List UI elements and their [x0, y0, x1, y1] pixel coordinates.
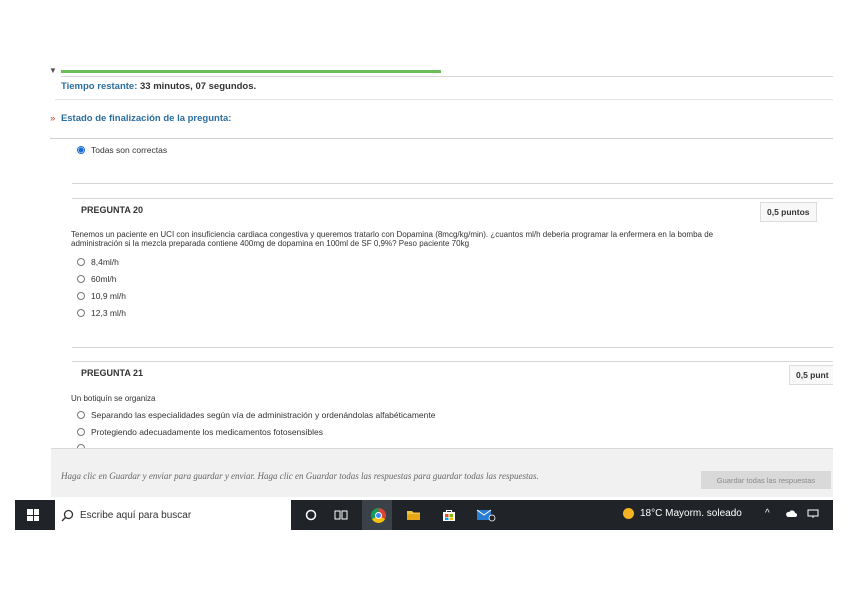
search-placeholder: Escribe aquí para buscar — [80, 509, 192, 521]
question-21-text: Un botiquín se organiza — [71, 394, 156, 403]
file-explorer-icon[interactable] — [405, 505, 421, 525]
prev-answer-option[interactable]: Todas son correctas — [77, 145, 167, 155]
tray-expand-icon[interactable]: ^ — [765, 508, 770, 519]
divider — [72, 183, 833, 184]
collapse-arrow-icon[interactable]: ▼ — [49, 68, 57, 75]
q20-option-3[interactable]: 10,9 ml/h — [77, 291, 126, 301]
radio-checked-icon[interactable] — [77, 146, 85, 154]
weather-text: 18°C Mayorm. soleado — [640, 508, 742, 519]
q20-option-1[interactable]: 8,4ml/h — [77, 257, 119, 267]
option-label: Todas son correctas — [91, 145, 168, 155]
chrome-icon[interactable] — [370, 505, 386, 525]
option-label: 8,4ml/h — [91, 257, 119, 267]
option-label: 12,3 ml/h — [91, 308, 126, 318]
question-status[interactable]: » Estado de finalización de la pregunta: — [50, 113, 231, 124]
option-label: Protegiendo adecuadamente los medicament… — [91, 427, 324, 437]
option-label: Separando las especialidades según vía d… — [91, 410, 436, 420]
search-icon — [58, 509, 76, 522]
cloud-icon[interactable] — [785, 509, 797, 521]
divider — [72, 347, 833, 348]
time-remaining: Tiempo restante: 33 minutos, 07 segundos… — [61, 81, 256, 92]
question-21-header: PREGUNTA 21 — [81, 368, 144, 378]
taskbar-weather[interactable]: 18°C Mayorm. soleado — [623, 508, 742, 519]
question-20-header: PREGUNTA 20 — [81, 205, 144, 215]
radio-icon[interactable] — [77, 258, 85, 266]
divider — [50, 138, 833, 139]
store-icon[interactable] — [441, 505, 457, 525]
option-label: 60ml/h — [91, 274, 117, 284]
sun-icon — [623, 508, 634, 519]
test-content: ▼ Tiempo restante: 33 minutos, 07 segund… — [15, 68, 833, 452]
radio-icon[interactable] — [77, 275, 85, 283]
windows-icon[interactable] — [27, 509, 39, 521]
radio-icon[interactable] — [77, 309, 85, 317]
taskbar-search[interactable]: Escribe aquí para buscar — [55, 500, 291, 530]
q20-option-4[interactable]: 12,3 ml/h — [77, 308, 126, 318]
time-remaining-label: Tiempo restante: — [61, 81, 138, 92]
save-all-button[interactable]: Guardar todas las respuestas — [701, 471, 831, 489]
question-status-label: Estado de finalización de la pregunta: — [60, 113, 232, 124]
screenshot-frame: ▼ Tiempo restante: 33 minutos, 07 segund… — [15, 68, 833, 530]
divider — [61, 76, 833, 77]
radio-icon[interactable] — [77, 411, 85, 419]
question-20-points: 0,5 puntos — [760, 202, 817, 222]
cortana-icon[interactable] — [303, 505, 319, 525]
question-21-points: 0,5 punt — [789, 365, 833, 385]
q21-option-2[interactable]: Protegiendo adecuadamente los medicament… — [77, 427, 323, 437]
divider — [55, 99, 833, 100]
network-icon[interactable] — [807, 509, 819, 522]
time-progress-bar — [61, 70, 441, 73]
windows-taskbar: Escribe aquí para buscar 18°C Mayorm. so… — [15, 500, 833, 530]
option-label: 10,9 ml/h — [91, 291, 126, 301]
radio-icon[interactable] — [77, 428, 85, 436]
question-20-text: Tenemos un paciente en UCI con insuficie… — [71, 230, 714, 248]
q20-option-2[interactable]: 60ml/h — [77, 274, 117, 284]
divider — [72, 361, 833, 362]
q21-option-1[interactable]: Separando las especialidades según vía d… — [77, 410, 435, 420]
status-toggle-icon[interactable]: » — [50, 113, 55, 124]
footer-instructions: Haga clic en Guardar y enviar para guard… — [61, 471, 539, 481]
time-remaining-value: 33 minutos, 07 segundos. — [140, 81, 257, 92]
radio-icon[interactable] — [77, 292, 85, 300]
divider — [72, 198, 833, 199]
task-view-icon[interactable] — [332, 505, 350, 525]
mail-icon[interactable] — [475, 505, 497, 525]
submit-footer: Haga clic en Guardar y enviar para guard… — [51, 448, 833, 497]
